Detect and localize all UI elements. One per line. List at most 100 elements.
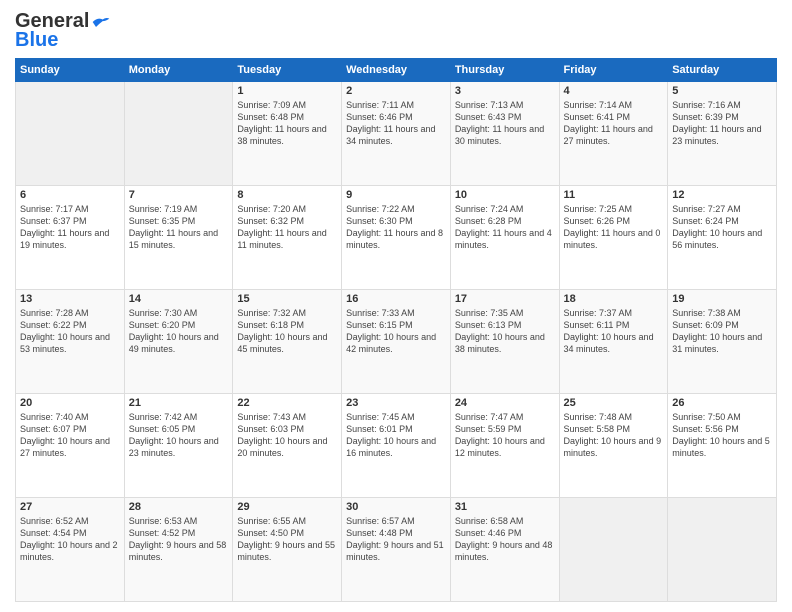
- day-detail: Sunrise: 6:57 AM Sunset: 4:48 PM Dayligh…: [346, 515, 446, 564]
- day-detail: Sunrise: 7:48 AM Sunset: 5:58 PM Dayligh…: [564, 411, 664, 460]
- day-cell: 27Sunrise: 6:52 AM Sunset: 4:54 PM Dayli…: [16, 498, 125, 602]
- day-detail: Sunrise: 7:16 AM Sunset: 6:39 PM Dayligh…: [672, 99, 772, 148]
- day-cell: 28 Sunrise: 6:53 AM Sunset: 4:52 PM Dayli…: [124, 498, 233, 602]
- week-row-5: 27Sunrise: 6:52 AM Sunset: 4:54 PM Dayli…: [16, 498, 777, 602]
- logo: General Blue: [15, 10, 111, 52]
- day-cell: 9 Sunrise: 7:22 AM Sunset: 6:30 PM Daylig…: [342, 186, 451, 290]
- day-detail: Sunrise: 7:37 AM Sunset: 6:11 PM Dayligh…: [564, 307, 664, 356]
- day-cell: 8 Sunrise: 7:20 AM Sunset: 6:32 PM Daylig…: [233, 186, 342, 290]
- day-number: 12: [672, 189, 772, 201]
- day-number: 1: [237, 85, 337, 97]
- day-number: 8: [237, 189, 337, 201]
- day-cell: 2Sunrise: 7:11 AM Sunset: 6:46 PM Daylig…: [342, 82, 451, 186]
- day-cell: 13Sunrise: 7:28 AM Sunset: 6:22 PM Dayli…: [16, 290, 125, 394]
- day-detail: Sunrise: 7:40 AM Sunset: 6:07 PM Dayligh…: [20, 411, 120, 460]
- day-detail: Sunrise: 7:17 AM Sunset: 6:37 PM Dayligh…: [20, 203, 120, 252]
- day-cell: 18 Sunrise: 7:37 AM Sunset: 6:11 PM Dayli…: [559, 290, 668, 394]
- day-cell: 11 Sunrise: 7:25 AM Sunset: 6:26 PM Dayli…: [559, 186, 668, 290]
- day-detail: Sunrise: 7:22 AM Sunset: 6:30 PM Dayligh…: [346, 203, 446, 252]
- day-number: 2: [346, 85, 446, 97]
- weekday-thursday: Thursday: [450, 59, 559, 82]
- day-number: 25: [564, 397, 664, 409]
- day-cell: 24 Sunrise: 7:47 AM Sunset: 5:59 PM Dayli…: [450, 394, 559, 498]
- page: General Blue SundayMondayTuesdayWednesda…: [0, 0, 792, 612]
- day-number: 9: [346, 189, 446, 201]
- day-cell: 26 Sunrise: 7:50 AM Sunset: 5:56 PM Dayli…: [668, 394, 777, 498]
- day-number: 11: [564, 189, 664, 201]
- day-detail: Sunrise: 7:14 AM Sunset: 6:41 PM Dayligh…: [564, 99, 664, 148]
- day-number: 23: [346, 397, 446, 409]
- week-row-2: 6 Sunrise: 7:17 AM Sunset: 6:37 PM Daylig…: [16, 186, 777, 290]
- day-detail: Sunrise: 7:45 AM Sunset: 6:01 PM Dayligh…: [346, 411, 446, 460]
- day-number: 15: [237, 293, 337, 305]
- day-detail: Sunrise: 7:43 AM Sunset: 6:03 PM Dayligh…: [237, 411, 337, 460]
- day-number: 29: [237, 501, 337, 513]
- day-cell: 31 Sunrise: 6:58 AM Sunset: 4:46 PM Dayli…: [450, 498, 559, 602]
- day-cell: 3 Sunrise: 7:13 AM Sunset: 6:43 PM Daylig…: [450, 82, 559, 186]
- logo-bird-icon: [91, 15, 111, 29]
- day-number: 28: [129, 501, 229, 513]
- weekday-monday: Monday: [124, 59, 233, 82]
- day-detail: Sunrise: 7:25 AM Sunset: 6:26 PM Dayligh…: [564, 203, 664, 252]
- day-cell: 21 Sunrise: 7:42 AM Sunset: 6:05 PM Dayli…: [124, 394, 233, 498]
- weekday-tuesday: Tuesday: [233, 59, 342, 82]
- day-detail: Sunrise: 6:52 AM Sunset: 4:54 PM Dayligh…: [20, 515, 120, 564]
- day-cell: 16 Sunrise: 7:33 AM Sunset: 6:15 PM Dayli…: [342, 290, 451, 394]
- day-number: 10: [455, 189, 555, 201]
- day-detail: Sunrise: 7:30 AM Sunset: 6:20 PM Dayligh…: [129, 307, 229, 356]
- day-number: 19: [672, 293, 772, 305]
- day-detail: Sunrise: 7:50 AM Sunset: 5:56 PM Dayligh…: [672, 411, 772, 460]
- day-detail: Sunrise: 7:42 AM Sunset: 6:05 PM Dayligh…: [129, 411, 229, 460]
- weekday-friday: Friday: [559, 59, 668, 82]
- day-detail: Sunrise: 7:38 AM Sunset: 6:09 PM Dayligh…: [672, 307, 772, 356]
- day-cell: [124, 82, 233, 186]
- day-number: 17: [455, 293, 555, 305]
- day-number: 5: [672, 85, 772, 97]
- day-cell: 19 Sunrise: 7:38 AM Sunset: 6:09 PM Dayli…: [668, 290, 777, 394]
- day-number: 22: [237, 397, 337, 409]
- day-cell: 6 Sunrise: 7:17 AM Sunset: 6:37 PM Daylig…: [16, 186, 125, 290]
- day-detail: Sunrise: 7:33 AM Sunset: 6:15 PM Dayligh…: [346, 307, 446, 356]
- day-cell: 22 Sunrise: 7:43 AM Sunset: 6:03 PM Dayli…: [233, 394, 342, 498]
- day-cell: 23 Sunrise: 7:45 AM Sunset: 6:01 PM Dayli…: [342, 394, 451, 498]
- day-number: 13: [20, 293, 120, 305]
- day-number: 21: [129, 397, 229, 409]
- day-cell: 29Sunrise: 6:55 AM Sunset: 4:50 PM Dayli…: [233, 498, 342, 602]
- day-cell: 17 Sunrise: 7:35 AM Sunset: 6:13 PM Dayli…: [450, 290, 559, 394]
- day-cell: [16, 82, 125, 186]
- logo-blue: Blue: [15, 29, 58, 52]
- day-number: 31: [455, 501, 555, 513]
- day-cell: 10 Sunrise: 7:24 AM Sunset: 6:28 PM Dayli…: [450, 186, 559, 290]
- day-cell: 1 Sunrise: 7:09 AM Sunset: 6:48 PM Daylig…: [233, 82, 342, 186]
- day-cell: 5 Sunrise: 7:16 AM Sunset: 6:39 PM Daylig…: [668, 82, 777, 186]
- weekday-sunday: Sunday: [16, 59, 125, 82]
- day-number: 26: [672, 397, 772, 409]
- day-detail: Sunrise: 7:24 AM Sunset: 6:28 PM Dayligh…: [455, 203, 555, 252]
- day-number: 14: [129, 293, 229, 305]
- weekday-wednesday: Wednesday: [342, 59, 451, 82]
- day-detail: Sunrise: 7:20 AM Sunset: 6:32 PM Dayligh…: [237, 203, 337, 252]
- day-cell: [559, 498, 668, 602]
- day-detail: Sunrise: 7:27 AM Sunset: 6:24 PM Dayligh…: [672, 203, 772, 252]
- day-detail: Sunrise: 6:58 AM Sunset: 4:46 PM Dayligh…: [455, 515, 555, 564]
- day-cell: 25 Sunrise: 7:48 AM Sunset: 5:58 PM Dayli…: [559, 394, 668, 498]
- day-number: 24: [455, 397, 555, 409]
- day-cell: 12 Sunrise: 7:27 AM Sunset: 6:24 PM Dayli…: [668, 186, 777, 290]
- day-detail: Sunrise: 7:13 AM Sunset: 6:43 PM Dayligh…: [455, 99, 555, 148]
- day-number: 18: [564, 293, 664, 305]
- day-number: 7: [129, 189, 229, 201]
- day-detail: Sunrise: 6:53 AM Sunset: 4:52 PM Dayligh…: [129, 515, 229, 564]
- day-number: 6: [20, 189, 120, 201]
- day-number: 16: [346, 293, 446, 305]
- week-row-4: 20Sunrise: 7:40 AM Sunset: 6:07 PM Dayli…: [16, 394, 777, 498]
- weekday-header-row: SundayMondayTuesdayWednesdayThursdayFrid…: [16, 59, 777, 82]
- day-number: 3: [455, 85, 555, 97]
- day-cell: 4Sunrise: 7:14 AM Sunset: 6:41 PM Daylig…: [559, 82, 668, 186]
- weekday-saturday: Saturday: [668, 59, 777, 82]
- day-cell: 30Sunrise: 6:57 AM Sunset: 4:48 PM Dayli…: [342, 498, 451, 602]
- week-row-1: 1 Sunrise: 7:09 AM Sunset: 6:48 PM Daylig…: [16, 82, 777, 186]
- day-cell: 20Sunrise: 7:40 AM Sunset: 6:07 PM Dayli…: [16, 394, 125, 498]
- day-detail: Sunrise: 7:47 AM Sunset: 5:59 PM Dayligh…: [455, 411, 555, 460]
- day-detail: Sunrise: 7:35 AM Sunset: 6:13 PM Dayligh…: [455, 307, 555, 356]
- day-detail: Sunrise: 7:09 AM Sunset: 6:48 PM Dayligh…: [237, 99, 337, 148]
